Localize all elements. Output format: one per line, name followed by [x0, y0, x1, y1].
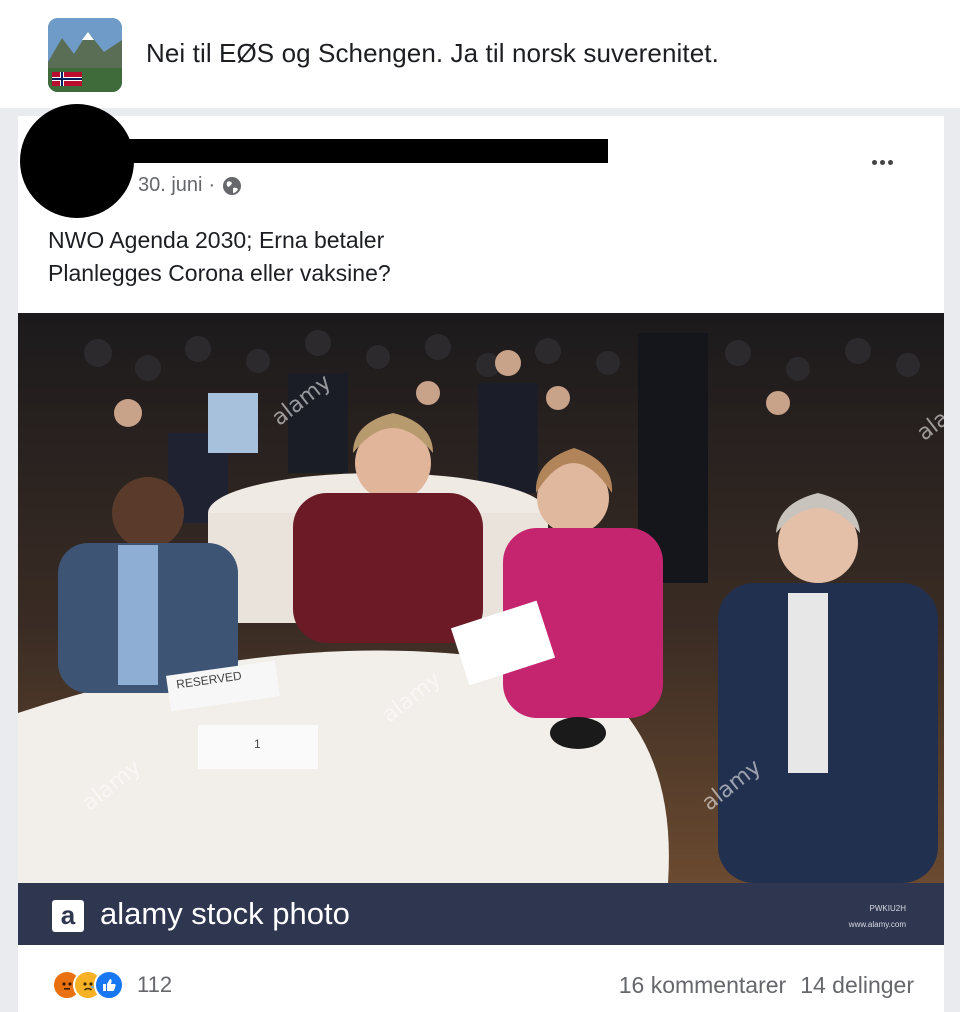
post-photo[interactable]: alamy alamy alamy alamy alamy RESERVED 1: [18, 313, 944, 883]
more-options-icon: [871, 159, 877, 165]
group-header: Nei til EØS og Schengen. Ja til norsk su…: [0, 0, 960, 108]
more-options-dot: [879, 159, 885, 165]
group-avatar[interactable]: [48, 18, 122, 92]
reaction-count: 112: [137, 972, 173, 997]
more-options-dot: [887, 159, 893, 165]
conference-photo: [18, 313, 944, 883]
post-text-line-1: NWO Agenda 2030; Erna betaler: [48, 227, 385, 253]
post-meta: 30. juni ·: [138, 174, 243, 197]
meta-separator: ·: [208, 174, 216, 196]
post-card: 30. juni · NWO Agenda 2030; Erna betaler…: [18, 104, 944, 1012]
engagement-stats: 16 kommentarer 14 delinger: [619, 972, 914, 999]
alamy-logo-icon: a: [52, 900, 84, 932]
reaction-summary[interactable]: 112: [52, 968, 172, 1002]
alamy-footer: a alamy stock photo PWKIU2H www.alamy.co…: [18, 883, 944, 945]
author-name-redaction: [88, 139, 608, 163]
alamy-image-id: PWKIU2H www.alamy.com: [849, 901, 906, 933]
landscape-flag-icon: [48, 18, 122, 92]
author-avatar-redaction[interactable]: [20, 104, 134, 218]
more-options-button[interactable]: [862, 148, 902, 176]
post-date[interactable]: 30. juni: [138, 174, 203, 197]
like-icon: [94, 970, 124, 1000]
image-id-text: PWKIU2H: [869, 904, 906, 913]
table-number-label: 1: [254, 737, 261, 751]
globe-icon: [223, 176, 242, 195]
post-text-line-2: Planlegges Corona eller vaksine?: [48, 260, 391, 286]
site-text: www.alamy.com: [848, 920, 906, 929]
shares-count-link[interactable]: 14 delinger: [800, 972, 914, 999]
comments-count-link[interactable]: 16 kommentarer: [619, 972, 786, 999]
post-text: NWO Agenda 2030; Erna betaler Planlegges…: [48, 224, 391, 290]
alamy-footer-text: alamy stock photo: [100, 896, 350, 931]
group-name[interactable]: Nei til EØS og Schengen. Ja til norsk su…: [146, 38, 719, 69]
